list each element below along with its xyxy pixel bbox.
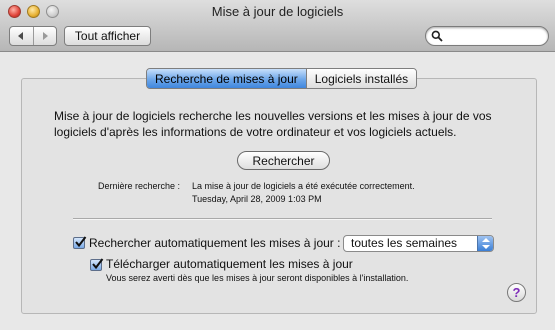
help-button[interactable]: ?: [507, 283, 526, 302]
auto-check-label: Rechercher automatiquement les mises à j…: [89, 236, 341, 250]
frequency-select[interactable]: toutes les semaines: [343, 235, 494, 252]
back-arrow-icon: [18, 32, 24, 40]
tab-installed-software[interactable]: Logiciels installés: [305, 69, 417, 88]
auto-download-note: Vous serez averti dès que les mises à jo…: [106, 273, 409, 283]
back-forward-control: [9, 26, 57, 46]
intro-text: Mise à jour de logiciels recherche les n…: [54, 109, 492, 139]
frequency-selected-value: toutes les semaines: [351, 236, 458, 250]
last-check-label: Dernière recherche :: [98, 181, 181, 191]
toolbar: Mise à jour de logiciels Tout afficher: [0, 0, 555, 52]
search-icon: [431, 30, 443, 42]
select-stepper: [477, 236, 493, 251]
auto-download-label: Télécharger automatiquement les mises à …: [106, 257, 353, 271]
last-check-message: La mise à jour de logiciels a été exécut…: [192, 181, 415, 191]
forward-arrow-icon: [42, 32, 48, 40]
check-now-button[interactable]: Rechercher: [237, 151, 330, 170]
last-check-date: Tuesday, April 28, 2009 1:03 PM: [192, 194, 322, 204]
tab-check-updates[interactable]: Recherche de mises à jour: [147, 69, 306, 88]
search-field[interactable]: [425, 26, 549, 46]
checkmark-icon: [75, 236, 87, 248]
divider: [73, 218, 492, 219]
help-question-icon: ?: [512, 285, 521, 300]
up-down-arrows-icon: [482, 238, 490, 249]
auto-download-checkbox[interactable]: [90, 258, 104, 271]
tab-bar: Recherche de mises à jour Logiciels inst…: [146, 68, 418, 89]
auto-check-checkbox[interactable]: [73, 236, 87, 249]
back-button[interactable]: [10, 27, 33, 45]
window-title: Mise à jour de logiciels: [211, 4, 344, 19]
forward-button[interactable]: [32, 27, 57, 45]
show-all-button[interactable]: Tout afficher: [64, 26, 151, 46]
software-update-window: Mise à jour de logiciels Tout afficher R…: [0, 0, 555, 330]
checkmark-icon: [92, 258, 104, 270]
